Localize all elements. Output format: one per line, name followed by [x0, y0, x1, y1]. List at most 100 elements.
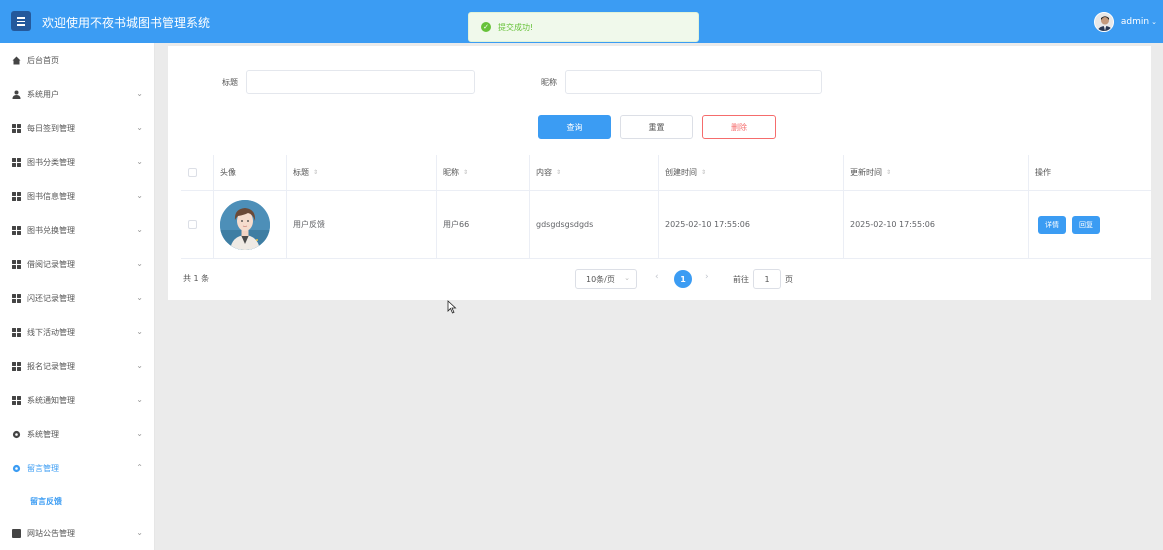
- chevron-down-icon: ⌄: [136, 293, 143, 302]
- title-cell: 用户反馈: [293, 220, 325, 229]
- sidebar: 后台首页 系统用户 ⌄ 每日签到管理 ⌄ 图书分类管理 ⌄ 图书信息管理 ⌄ 图…: [0, 43, 155, 550]
- sidebar-subitem-message-feedback[interactable]: 留言反馈: [0, 486, 155, 516]
- success-toast: ✓ 提交成功!: [468, 12, 699, 42]
- row-select-cell: [181, 191, 213, 258]
- row-checkbox[interactable]: [188, 220, 197, 229]
- user-icon: [12, 90, 21, 99]
- table-header: 头像 标题 ⇕ 昵称 ⇕ 内容 ⇕ 创建时间 ⇕ 更新时间 ⇕ 操作: [181, 155, 1151, 191]
- sidebar-subitem-label: 留言反馈: [30, 496, 62, 506]
- sort-icon[interactable]: ⇕: [556, 169, 561, 176]
- chevron-down-icon: ⌄: [136, 361, 143, 370]
- query-button[interactable]: 查询: [538, 115, 611, 139]
- sidebar-item-label: 留言管理: [27, 463, 59, 473]
- sidebar-item-message-management[interactable]: 留言管理 ⌃: [0, 451, 155, 485]
- sidebar-item-book-exchange[interactable]: 图书兑换管理 ⌄: [0, 213, 155, 247]
- grid-icon: [12, 157, 21, 167]
- chevron-down-icon: ⌄: [136, 123, 143, 132]
- sidebar-item-system-notice[interactable]: 系统通知管理 ⌄: [0, 383, 155, 417]
- username[interactable]: admin: [1121, 17, 1149, 27]
- chevron-down-icon: ⌄: [136, 259, 143, 268]
- chevron-down-icon: ⌄: [136, 191, 143, 200]
- home-icon: [12, 56, 21, 65]
- goto-label: 前往: [733, 275, 749, 284]
- column-header-label: 更新时间: [850, 168, 882, 177]
- grid-icon: [12, 191, 21, 201]
- select-all-cell: [181, 155, 213, 190]
- chevron-up-icon: ⌃: [136, 463, 143, 472]
- sidebar-item-label: 后台首页: [27, 55, 59, 65]
- page-suffix-label: 页: [785, 275, 793, 284]
- created-cell: 2025-02-10 17:55:06: [665, 220, 750, 229]
- column-header-label: 标题: [293, 168, 309, 177]
- sidebar-item-checkin[interactable]: 每日签到管理 ⌄: [0, 111, 155, 145]
- user-menu[interactable]: admin ⌄: [1093, 11, 1157, 33]
- select-all-checkbox[interactable]: [188, 168, 197, 177]
- gear-icon: [12, 430, 21, 439]
- delete-button[interactable]: 删除: [702, 115, 776, 139]
- sidebar-item-label: 图书信息管理: [27, 191, 75, 201]
- reply-button[interactable]: 回复: [1072, 215, 1100, 234]
- row-avatar-image: [220, 199, 270, 250]
- app-title: 欢迎使用不夜书城图书管理系统: [42, 16, 211, 30]
- sort-icon[interactable]: ⇕: [701, 169, 706, 176]
- grid-icon: [12, 259, 21, 269]
- column-header-label: 昵称: [443, 168, 459, 177]
- sort-icon[interactable]: ⇕: [886, 169, 891, 176]
- user-avatar[interactable]: [1093, 12, 1114, 32]
- sort-icon[interactable]: ⇕: [313, 169, 318, 176]
- sidebar-item-return-records[interactable]: 闪还记录管理 ⌄: [0, 281, 155, 315]
- sidebar-item-label: 报名记录管理: [27, 361, 75, 371]
- chevron-down-icon: ⌄: [136, 225, 143, 234]
- sidebar-item-borrow-records[interactable]: 借阅记录管理 ⌄: [0, 247, 155, 281]
- sidebar-item-home[interactable]: 后台首页: [0, 43, 155, 77]
- chevron-down-icon[interactable]: ⌄: [1151, 18, 1157, 26]
- column-header-updated[interactable]: 更新时间 ⇕: [843, 155, 1028, 190]
- chevron-down-icon: ⌄: [624, 274, 630, 282]
- chevron-down-icon: ⌄: [136, 327, 143, 336]
- sidebar-item-label: 线下活动管理: [27, 327, 75, 337]
- gear-icon: [12, 464, 21, 473]
- actions-cell: 详情 回复: [1028, 191, 1151, 258]
- page-size-select[interactable]: 10条/页 ⌄: [575, 269, 637, 289]
- prev-page-button[interactable]: ‹: [655, 272, 659, 282]
- sidebar-item-system-management[interactable]: 系统管理 ⌄: [0, 417, 155, 451]
- chevron-down-icon: ⌄: [136, 528, 143, 537]
- column-header-label: 头像: [220, 168, 236, 177]
- chevron-down-icon: ⌄: [136, 429, 143, 438]
- grid-icon: [12, 123, 21, 133]
- chevron-down-icon: ⌄: [136, 395, 143, 404]
- sidebar-item-book-info[interactable]: 图书信息管理 ⌄: [0, 179, 155, 213]
- page-number-current[interactable]: 1: [674, 270, 692, 288]
- sidebar-item-signup-records[interactable]: 报名记录管理 ⌄: [0, 349, 155, 383]
- sort-icon[interactable]: ⇕: [463, 169, 468, 176]
- doc-icon: [12, 528, 21, 538]
- goto-page-input[interactable]: [753, 269, 781, 289]
- sidebar-item-system-users[interactable]: 系统用户 ⌄: [0, 77, 155, 111]
- column-header-content[interactable]: 内容 ⇕: [529, 155, 658, 190]
- title-input[interactable]: [246, 70, 475, 94]
- sidebar-item-site-announcement[interactable]: 网站公告管理 ⌄: [0, 516, 155, 550]
- grid-icon: [12, 395, 21, 405]
- column-header-label: 操作: [1035, 168, 1051, 177]
- check-circle-icon: ✓: [481, 22, 491, 32]
- pagination-total: 共 1 条: [183, 274, 210, 283]
- table-row: 用户反馈 用户66 gdsgdsgsdgds 2025-02-10 17:55:…: [181, 191, 1151, 259]
- column-header-nickname[interactable]: 昵称 ⇕: [436, 155, 529, 190]
- next-page-button[interactable]: ›: [705, 272, 709, 282]
- detail-button[interactable]: 详情: [1038, 215, 1066, 234]
- grid-icon: [12, 225, 21, 235]
- reset-button[interactable]: 重置: [620, 115, 693, 139]
- nickname-input[interactable]: [565, 70, 822, 94]
- column-header-created[interactable]: 创建时间 ⇕: [658, 155, 843, 190]
- sidebar-item-offline-events[interactable]: 线下活动管理 ⌄: [0, 315, 155, 349]
- chevron-down-icon: ⌄: [136, 89, 143, 98]
- hamburger-icon-bar: [17, 20, 25, 22]
- column-header-title[interactable]: 标题 ⇕: [286, 155, 436, 190]
- sidebar-item-label: 网站公告管理: [27, 528, 75, 538]
- sidebar-item-label: 借阅记录管理: [27, 259, 75, 269]
- avatar-cell: [213, 191, 286, 258]
- sidebar-item-book-category[interactable]: 图书分类管理 ⌄: [0, 145, 155, 179]
- title-label: 标题: [222, 78, 238, 87]
- sidebar-item-label: 图书分类管理: [27, 157, 75, 167]
- menu-toggle-button[interactable]: [11, 11, 31, 31]
